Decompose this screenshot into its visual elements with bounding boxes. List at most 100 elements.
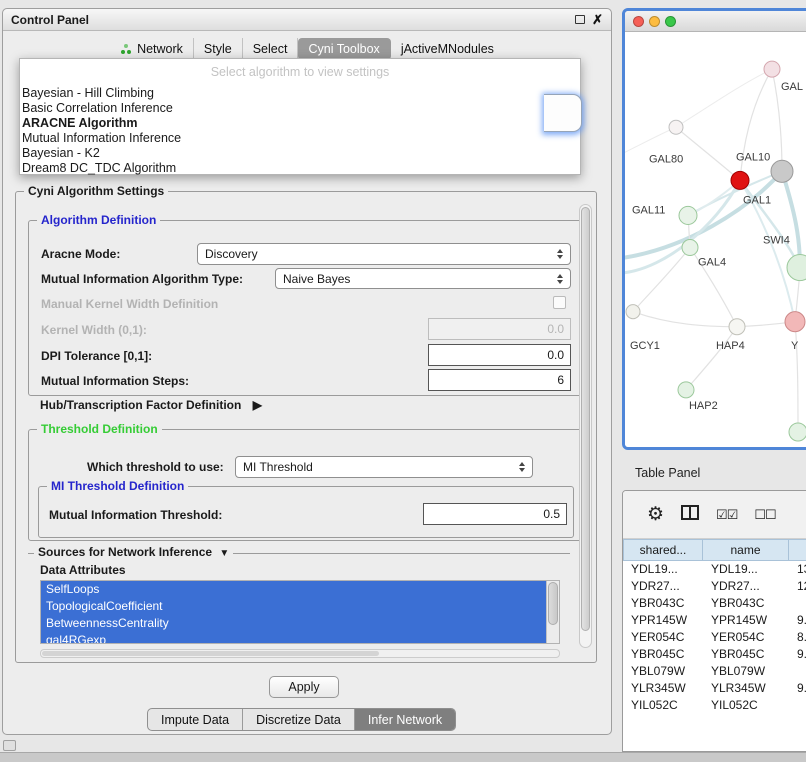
bottom-tab-impute-data[interactable]: Impute Data [148, 709, 243, 730]
bottom-tab-infer-network[interactable]: Infer Network [355, 709, 455, 730]
column-header[interactable] [789, 539, 806, 561]
network-edge[interactable] [676, 127, 740, 180]
table-settings-gear-icon[interactable]: ⚙ [647, 505, 664, 524]
apply-button[interactable]: Apply [269, 676, 339, 698]
table-row[interactable]: YLR345WYLR345W9. [623, 680, 806, 697]
float-window-icon[interactable] [575, 15, 585, 24]
mi-steps-field[interactable]: 6 [428, 369, 571, 391]
table-cell: YBR045C [623, 646, 703, 663]
network-node[interactable] [679, 206, 697, 224]
combo-arrows-icon [519, 462, 525, 472]
close-traffic-light-icon[interactable] [633, 16, 644, 27]
network-edge[interactable] [633, 248, 690, 312]
table-row[interactable]: YBR045CYBR045C9. [623, 646, 806, 663]
which-threshold-select[interactable]: MI Threshold [235, 456, 533, 478]
data-attribute-item[interactable]: SelfLoops [41, 581, 546, 598]
network-node[interactable] [626, 305, 640, 319]
table-row[interactable]: YPR145WYPR145W9. [623, 612, 806, 629]
table-cell: YDL19... [703, 561, 789, 578]
columns-layout-icon[interactable] [681, 505, 699, 525]
table-cell: YBL079W [623, 663, 703, 680]
network-edge[interactable] [740, 69, 772, 180]
network-node[interactable] [678, 382, 694, 398]
tab-label: Cyni Toolbox [308, 42, 379, 56]
table-row[interactable]: YBR043CYBR043C [623, 595, 806, 612]
algorithm-option-mutual-information-inference[interactable]: Mutual Information Inference [20, 131, 580, 146]
expand-right-icon[interactable]: ▶ [253, 398, 262, 412]
algorithm-option-aracne-algorithm[interactable]: ARACNE Algorithm [20, 116, 580, 131]
data-attribute-item[interactable]: BetweennessCentrality [41, 615, 546, 632]
algorithm-option-dream8-dc-tdc-algorithm[interactable]: Dream8 DC_TDC Algorithm [20, 161, 580, 176]
network-node[interactable] [785, 312, 805, 332]
node-label: SWI4 [763, 234, 790, 246]
network-node[interactable] [789, 423, 806, 441]
table-cell: 9. [789, 646, 806, 663]
attribute-list-hscrollbar[interactable] [40, 649, 560, 658]
hub-tf-definition-toggle[interactable]: Hub/Transcription Factor Definition ▶ [40, 398, 262, 412]
kernel-width-field[interactable]: 0.0 [428, 318, 571, 340]
table-cell: YBR045C [703, 646, 789, 663]
minimize-traffic-light-icon[interactable] [649, 16, 660, 27]
sources-toggle[interactable]: Sources for Network Inference ▼ [34, 545, 233, 559]
dpi-tolerance-field[interactable]: 0.0 [428, 344, 571, 366]
algorithm-dropdown: Select algorithm to view settings Bayesi… [19, 58, 581, 175]
combo-arrows-icon [557, 274, 563, 284]
network-edge[interactable] [795, 322, 798, 432]
table-row[interactable]: YIL052CYIL052C [623, 697, 806, 714]
network-edge[interactable] [686, 327, 737, 390]
network-node[interactable] [729, 319, 745, 335]
threshold-definition-title: Threshold Definition [37, 422, 162, 436]
panel-corner-icon[interactable] [3, 740, 16, 751]
close-window-icon[interactable]: ✗ [592, 12, 603, 28]
tab-select[interactable]: Select [243, 38, 299, 60]
mi-type-select[interactable]: Naive Bayes [275, 268, 571, 289]
table-row[interactable]: YBL079WYBL079W [623, 663, 806, 680]
unselect-all-columns-icon[interactable]: ☐☐ [754, 507, 775, 523]
algorithm-option-basic-correlation-inference[interactable]: Basic Correlation Inference [20, 101, 580, 116]
control-panel-titlebar[interactable]: Control Panel ✗ [3, 9, 611, 31]
settings-scrollbar[interactable] [579, 204, 592, 648]
mi-threshold-field[interactable]: 0.5 [423, 503, 567, 525]
manual-kernel-checkbox[interactable] [553, 296, 566, 309]
table-cell: YDL19... [623, 561, 703, 578]
network-node[interactable] [682, 240, 698, 256]
table-cell: YLR345W [623, 680, 703, 697]
tab-style[interactable]: Style [194, 38, 243, 60]
algorithm-option-bayesian-k2[interactable]: Bayesian - K2 [20, 146, 580, 161]
attribute-list-scrollbar[interactable] [546, 581, 559, 643]
network-node[interactable] [787, 255, 806, 281]
tab-jactivemnodules[interactable]: jActiveMNodules [391, 38, 504, 60]
data-attributes-list[interactable]: SelfLoopsTopologicalCoefficientBetweenne… [40, 580, 560, 644]
column-header[interactable]: name [703, 539, 789, 561]
table-row[interactable]: YDR27...YDR27...12 [623, 578, 806, 595]
tab-cyni-toolbox[interactable]: Cyni Toolbox [298, 38, 390, 60]
network-node[interactable] [764, 61, 780, 77]
tab-network[interactable]: Network [110, 38, 194, 60]
aracne-mode-select[interactable]: Discovery [197, 243, 571, 265]
data-attribute-item[interactable]: gal4RGexp [41, 632, 546, 644]
table-cell: YDR27... [703, 578, 789, 595]
zoom-traffic-light-icon[interactable] [665, 16, 676, 27]
network-node[interactable] [731, 171, 749, 189]
threshold-definition-group: Threshold Definition Which threshold to … [28, 429, 582, 541]
network-canvas[interactable]: GALGAL80GAL10GAL1GAL11SWI4GAL4GCY1HAP4HA… [625, 32, 806, 447]
table-cell [789, 663, 806, 680]
kernel-width-label: Kernel Width (0,1): [41, 323, 147, 338]
algorithm-option-bayesian-hill-climbing[interactable]: Bayesian - Hill Climbing [20, 86, 580, 101]
data-attribute-item[interactable]: TopologicalCoefficient [41, 598, 546, 615]
bottom-tab-discretize-data[interactable]: Discretize Data [243, 709, 355, 730]
table-cell: YBL079W [703, 663, 789, 680]
table-cell: YIL052C [623, 697, 703, 714]
table-row[interactable]: YDL19...YDL19...13 [623, 561, 806, 578]
network-edge[interactable] [633, 312, 737, 327]
network-window-titlebar[interactable] [625, 11, 806, 32]
expand-down-icon[interactable]: ▼ [219, 548, 229, 559]
algorithm-combo-fragment[interactable] [544, 94, 582, 132]
network-node[interactable] [771, 160, 793, 182]
node-label: GAL80 [649, 153, 683, 165]
network-edge[interactable] [625, 127, 676, 152]
network-node[interactable] [669, 120, 683, 134]
table-row[interactable]: YER054CYER054C8. [623, 629, 806, 646]
column-header[interactable]: shared... [623, 539, 703, 561]
select-all-columns-icon[interactable]: ☑☑ [716, 507, 737, 523]
